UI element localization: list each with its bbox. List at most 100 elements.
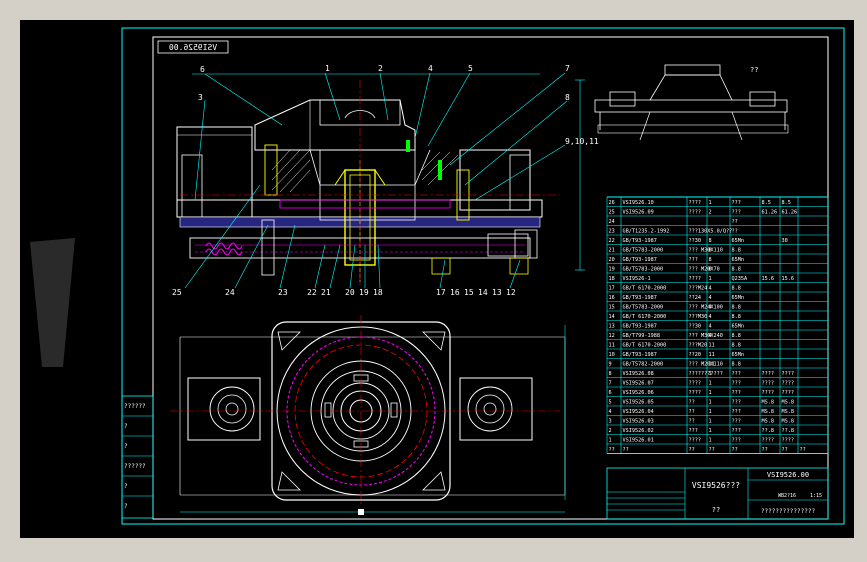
side-elevation-view[interactable]: ?? [594, 64, 789, 141]
bom-cell-name: ???M24 [689, 286, 708, 292]
title-block[interactable]: VSI9526??? VSI9526.00 WB2?16 1:15 ?? ???… [606, 467, 829, 520]
bom-cell-code: VSI9526.09 [623, 210, 654, 216]
bom-cell-mat: 65Mn [732, 295, 745, 301]
callout-number: 15 [464, 288, 474, 297]
callout-number: 19 [359, 288, 369, 297]
bom-cell-code: VSI9526.08 [623, 371, 654, 377]
bom-header-cell: ?? [732, 447, 738, 453]
bom-cell-no: 17 [609, 286, 615, 292]
callout-number: 18 [373, 288, 383, 297]
bom-cell-mat: Q235A [732, 276, 748, 282]
bom-cell-name: ??? M30X110 [689, 248, 723, 254]
bom-cell-qty: 1 [709, 428, 712, 434]
sheet-info: WB2?16 [778, 493, 796, 499]
cad-drawing-canvas[interactable]: VSI9526.00 ?????? ? ? ?????? ? ? 1 2 4 5… [20, 20, 854, 538]
bom-cell-name: ??20 [689, 352, 702, 358]
bom-cell-no: 23 [609, 229, 615, 235]
bom-cell-name: ?? [689, 419, 695, 425]
bom-cell-mat: 65Mn [732, 324, 745, 330]
bom-cell-w2: MS.8 [782, 419, 795, 425]
bom-cell-no: 12 [609, 333, 615, 339]
bom-cell-w1: ???? [762, 381, 775, 387]
callout-number: 3 [198, 93, 203, 102]
bom-cell-mat: ??? [732, 428, 741, 434]
bom-cell-qty: 8 [709, 257, 712, 263]
bom-cell-w2: ???? [782, 381, 795, 387]
bom-header-cell: ?? [609, 447, 615, 453]
bom-cell-mat: 8.8 [732, 248, 741, 254]
callout-number: 13 [492, 288, 502, 297]
bom-cell-mat: 65Mn [732, 352, 745, 358]
bom-cell-mat: ??? [732, 419, 741, 425]
bom-header-cell: ?? [782, 447, 788, 453]
footer-text: ?? [712, 506, 720, 514]
bom-cell-mat: ?? [732, 229, 738, 235]
callout-number: 6 [200, 65, 205, 74]
bom-cell-w2: ???? [782, 438, 795, 444]
bom-cell-qty: 4 [709, 333, 712, 339]
bom-cell-no: 18 [609, 276, 615, 282]
bom-cell-w2: ???? [782, 371, 795, 377]
bom-cell-code: VSI9526.05 [623, 400, 654, 406]
bom-cell-code: GB/T5783-2000 [623, 305, 664, 311]
bom-cell-mat: 8.8 [732, 343, 741, 349]
bom-cell-code: GB/T93-1987 [623, 352, 657, 358]
bom-cell-w1: MS.8 [762, 419, 775, 425]
bom-table[interactable]: 26 VSI9526.10???? 1??? 8.5 8.525 VSI9526.09??… [606, 196, 829, 454]
callout-number: 12 [506, 288, 516, 297]
bom-cell-no: 1 [609, 438, 612, 444]
bom-cell-no: 21 [609, 248, 615, 254]
bom-cell-mat: ??? [732, 390, 741, 396]
bom-cell-code: VSI9526.03 [623, 419, 654, 425]
bom-cell-no: 7 [609, 381, 612, 387]
cad-viewport[interactable]: VSI9526.00 ?????? ? ? ?????? ? ? 1 2 4 5… [20, 20, 854, 538]
callout-number: 17 [436, 288, 446, 297]
callout-number: 16 [450, 288, 460, 297]
bom-cell-name: ??30 [689, 238, 702, 244]
bom-cell-mat: 8.8 [732, 314, 741, 320]
callout-number: 7 [565, 64, 570, 73]
bom-cell-code: GB/T93-1987 [623, 324, 657, 330]
bom-cell-no: 19 [609, 267, 615, 273]
callout-number: 25 [172, 288, 182, 297]
bom-cell-w1: ???? [762, 390, 775, 396]
bom-cell-no: 14 [609, 314, 615, 320]
bom-cell-no: 15 [609, 305, 615, 311]
bom-cell-code: VSI9526-1 [623, 276, 651, 282]
bom-cell-no: 24 [609, 219, 615, 225]
bom-cell-w1: ??.8 [762, 428, 775, 434]
bom-cell-w2: 8.5 [782, 200, 791, 206]
bom-cell-no: 20 [609, 257, 615, 263]
bom-cell-w2: ??.8 [782, 428, 795, 434]
bom-cell-qty: 1 [709, 438, 712, 444]
left-margin-label: ?????? [124, 403, 146, 410]
bom-cell-mat: ??? [732, 371, 741, 377]
left-margin-label: ? [124, 423, 128, 430]
bom-header-cell: ?? [709, 447, 715, 453]
bom-cell-name: ???? [689, 381, 702, 387]
bom-cell-name: ???? [689, 210, 702, 216]
callout-number: 4 [428, 64, 433, 73]
callout-number: 24 [225, 288, 235, 297]
plan-view[interactable] [170, 315, 566, 515]
bom-cell-name: ?? [689, 400, 695, 406]
bom-cell-qty: 1 [709, 381, 712, 387]
bom-cell-qty: 1 [709, 371, 712, 377]
bom-cell-mat: ??? [732, 438, 741, 444]
bom-cell-code: GB/T93-1987 [623, 295, 657, 301]
footer-text-2: ??????????????? [761, 508, 816, 515]
bom-cell-mat: 8.8 [732, 305, 741, 311]
left-margin-label: ? [124, 503, 128, 510]
bom-cell-code: GB/T 6170-2000 [623, 343, 667, 349]
scale-value: 1:15 [810, 493, 822, 499]
bom-cell-no: 9 [609, 362, 612, 368]
bom-cell-mat: 8.8 [732, 333, 741, 339]
bom-cell-name: ??? M20X70 [689, 267, 720, 273]
bom-cell-name: ??? [689, 428, 698, 434]
left-margin-label: ?????? [124, 463, 146, 470]
bom-cell-name: ???M20 [689, 343, 708, 349]
bom-cell-code: GB/T 6170-2000 [623, 286, 667, 292]
bom-cell-code: VSI9526.01 [623, 438, 654, 444]
bom-cell-name: ???M30 [689, 314, 708, 320]
bom-cell-name: ??? M30X240 [689, 333, 723, 339]
